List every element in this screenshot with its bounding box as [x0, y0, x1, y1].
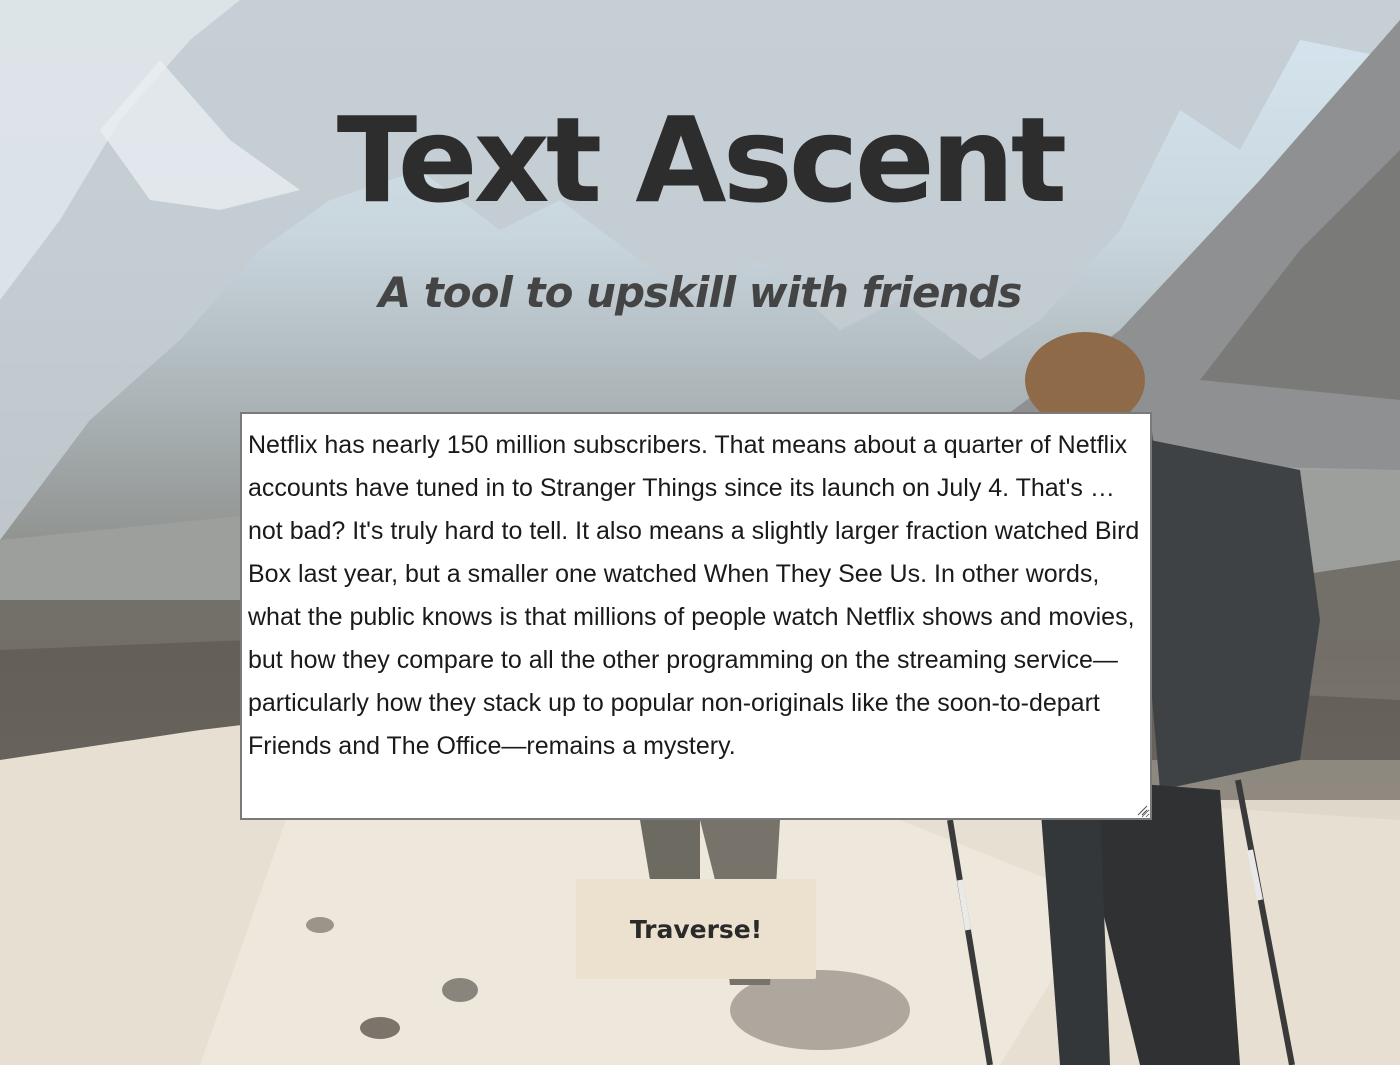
page-title: Text Ascent [336, 91, 1067, 229]
text-input[interactable]: Netflix has nearly 150 million subscribe… [240, 412, 1152, 820]
traverse-button[interactable]: Traverse! [576, 879, 816, 979]
page-subtitle: A tool to upskill with friends [378, 268, 1023, 317]
